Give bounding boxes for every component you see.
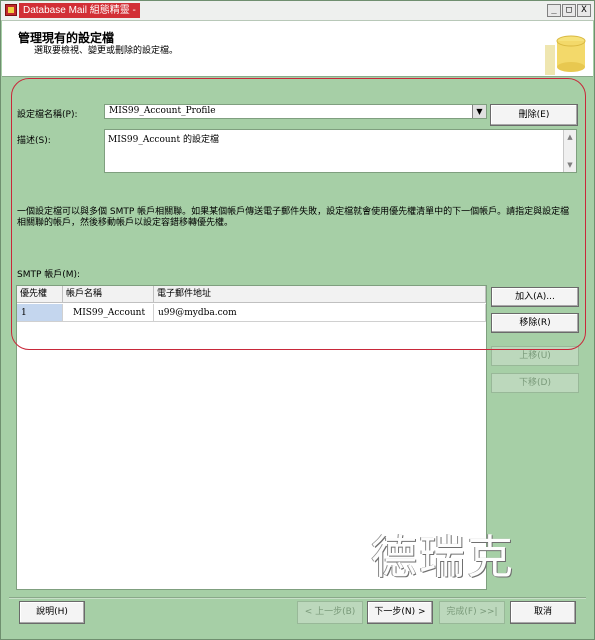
profile-name-dropdown[interactable]: MIS99_Account_Profile ▼ [104,104,487,119]
help-button[interactable]: 說明(H) [19,601,85,624]
database-icon [545,35,586,75]
maximize-button[interactable]: □ [562,4,576,17]
column-header-email[interactable]: 電子郵件地址 [154,286,486,303]
column-header-priority[interactable]: 優先權 [17,286,63,303]
next-button[interactable]: 下一步(N) > [367,601,433,624]
page-subtitle: 選取要檢視、變更或刪除的設定檔。 [34,46,179,56]
scroll-up-icon[interactable]: ▲ [564,131,576,143]
move-up-button[interactable]: 上移(U) [491,346,579,366]
wizard-window: Database Mail 組態精靈 - _ □ X 管理現有的設定檔 選取要檢… [0,0,595,640]
app-icon [5,4,17,16]
profile-name-value: MIS99_Account_Profile [109,106,216,116]
remove-account-button[interactable]: 移除(R) [491,313,579,333]
cancel-button[interactable]: 取消 [510,601,576,624]
column-header-account-name[interactable]: 帳戶名稱 [63,286,154,303]
failover-info-text: 一個設定檔可以與多個 SMTP 帳戶相關聯。如果某個帳戶傳送電子郵件失敗，設定檔… [17,207,570,228]
scroll-down-icon[interactable]: ▼ [564,159,576,171]
move-down-button[interactable]: 下移(D) [491,373,579,393]
window-title: Database Mail 組態精靈 - [19,3,140,18]
back-button[interactable]: < 上一步(B) [297,601,363,624]
finish-button[interactable]: 完成(F) >>| [439,601,505,624]
wizard-header: 管理現有的設定檔 選取要檢視、變更或刪除的設定檔。 [2,21,593,77]
description-label: 描述(S): [17,136,51,146]
description-field[interactable]: MIS99_Account 的設定檔 ▲ ▼ [104,129,577,173]
footer-divider [9,597,586,599]
minimize-button[interactable]: _ [547,4,561,17]
author-watermark: 德瑞克 [371,530,515,584]
title-bar[interactable]: Database Mail 組態精靈 - _ □ X [1,1,594,21]
table-cell-email[interactable]: u99@mydba.com [154,304,486,322]
table-cell-account-name[interactable]: MIS99_Account [63,304,154,322]
delete-button[interactable]: 刪除(E) [490,104,578,126]
chevron-down-icon[interactable]: ▼ [472,105,486,118]
add-account-button[interactable]: 加入(A)... [491,287,579,307]
close-button[interactable]: X [577,4,591,17]
table-cell-priority[interactable]: 1 [17,304,63,322]
description-value: MIS99_Account 的設定檔 [108,135,219,145]
description-scrollbar[interactable]: ▲ ▼ [563,130,576,172]
smtp-accounts-label: SMTP 帳戶(M): [17,270,81,280]
profile-name-label: 設定檔名稱(P): [17,110,78,120]
